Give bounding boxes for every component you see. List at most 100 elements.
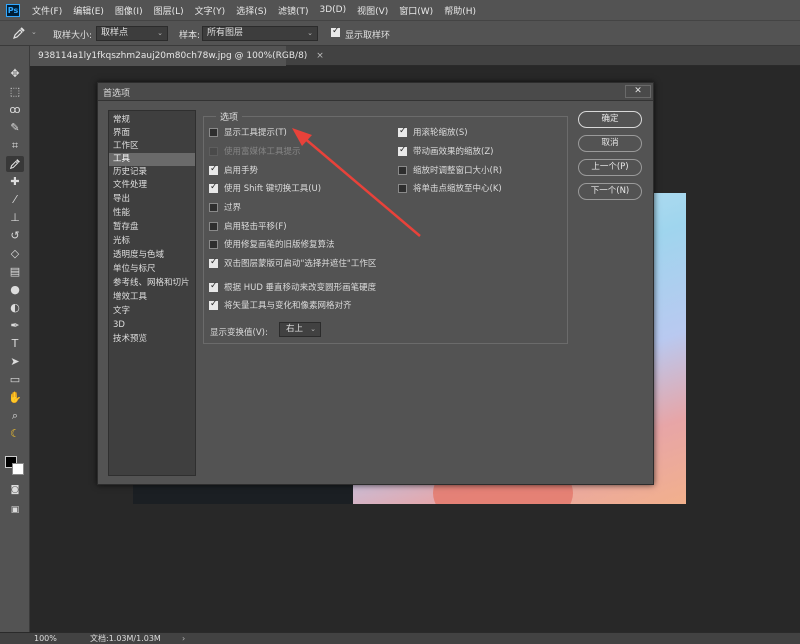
menu-help[interactable]: 帮助(H) — [444, 4, 476, 17]
category-tools[interactable]: 工具 — [109, 153, 195, 166]
document-tab[interactable]: 938114a1ly1fkqszhm2auj20m80ch78w.jpg @ 1… — [30, 46, 324, 66]
category-plugins[interactable]: 增效工具 — [109, 291, 195, 304]
menu-type[interactable]: 文字(Y) — [195, 4, 226, 17]
overscroll-checkbox[interactable] — [209, 202, 218, 212]
category-units-rulers[interactable]: 单位与标尺 — [109, 263, 195, 276]
clone-stamp-tool-icon[interactable]: ⊥ — [6, 210, 24, 226]
quick-select-tool-icon[interactable]: ✎ — [6, 120, 24, 136]
zoom-click-center-checkbox[interactable] — [398, 183, 407, 193]
history-brush-tool-icon[interactable]: ↺ — [6, 228, 24, 244]
move-tool-icon[interactable]: ✥ — [6, 66, 24, 82]
healing-brush-tool-icon[interactable]: ✚ — [6, 174, 24, 190]
snap-vector-checkbox[interactable] — [209, 299, 218, 310]
hud-transform-select[interactable]: 右上 ⌄ — [279, 322, 321, 337]
rectangle-tool-icon[interactable]: ▭ — [6, 372, 24, 388]
chevron-down-icon: ⌄ — [307, 29, 313, 37]
next-button[interactable]: 下一个(N) — [578, 183, 642, 200]
legacy-healing-checkbox[interactable] — [209, 239, 218, 249]
tool-preset-chevron-icon[interactable]: ⌄ — [31, 28, 37, 36]
path-select-tool-icon[interactable]: ➤ — [6, 354, 24, 370]
menu-edit[interactable]: 编辑(E) — [73, 4, 104, 17]
menu-view[interactable]: 视图(V) — [357, 4, 388, 17]
hud-transform-value: 右上 — [286, 324, 304, 334]
flick-panning-checkbox[interactable] — [209, 221, 218, 231]
category-transparency[interactable]: 透明度与色域 — [109, 249, 195, 262]
option-legacy-healing[interactable]: 使用修复画笔的旧版修复算法 — [209, 238, 335, 250]
rich-tooltips-label: 使用富媒体工具提示 — [224, 147, 301, 157]
shift-switch-label: 使用 Shift 键切换工具(U) — [224, 184, 322, 194]
background-color-swatch[interactable] — [12, 463, 24, 475]
category-guides-grid[interactable]: 参考线、网格和切片 — [109, 277, 195, 290]
brush-tool-icon[interactable]: ⁄ — [6, 192, 24, 208]
eraser-tool-icon[interactable]: ◇ — [6, 246, 24, 262]
dodge-tool-icon[interactable]: ◐ — [6, 300, 24, 316]
zoom-tool-icon[interactable]: ⌕ — [6, 408, 24, 424]
option-animated-zoom[interactable]: 带动画效果的缩放(Z) — [398, 145, 493, 157]
category-interface[interactable]: 界面 — [109, 127, 195, 140]
option-flick-panning[interactable]: 启用轻击平移(F) — [209, 220, 287, 232]
menu-file[interactable]: 文件(F) — [32, 4, 62, 17]
hud-hardness-checkbox[interactable] — [209, 281, 218, 292]
category-type[interactable]: 文字 — [109, 305, 195, 318]
crop-tool-icon[interactable]: ⌗ — [6, 138, 24, 154]
status-menu-arrow-icon[interactable]: › — [182, 633, 185, 644]
hand-tool-icon[interactable]: ✋ — [6, 390, 24, 406]
category-cursors[interactable]: 光标 — [109, 235, 195, 248]
category-general[interactable]: 常规 — [109, 114, 195, 127]
option-scroll-zoom[interactable]: 用滚轮缩放(S) — [398, 126, 468, 138]
type-tool-icon[interactable]: T — [6, 336, 24, 352]
category-3d[interactable]: 3D — [109, 319, 195, 332]
zoom-resize-label: 缩放时调整窗口大小(R) — [413, 166, 503, 176]
category-workspace[interactable]: 工作区 — [109, 140, 195, 153]
menu-image[interactable]: 图像(I) — [115, 4, 143, 17]
gradient-tool-icon[interactable]: ▤ — [6, 264, 24, 280]
sample-size-select[interactable]: 取样点 ⌄ — [96, 26, 168, 41]
menu-layer[interactable]: 图层(L) — [154, 4, 184, 17]
pen-tool-icon[interactable]: ✒ — [6, 318, 24, 334]
category-history[interactable]: 历史记录 — [109, 166, 195, 179]
dialog-titlebar[interactable]: 首选项 ✕ — [98, 83, 653, 101]
option-zoom-click-center[interactable]: 将单击点缩放至中心(K) — [398, 182, 502, 194]
option-double-click-mask[interactable]: 双击图层蒙版可启动"选择并遮住"工作区 — [209, 257, 376, 269]
screen-mode-icon[interactable]: ▣ — [6, 502, 24, 518]
show-ring-checkbox[interactable] — [331, 26, 340, 37]
marquee-tool-icon[interactable]: ⬚ — [6, 84, 24, 100]
menu-window[interactable]: 窗口(W) — [399, 4, 433, 17]
shift-switch-checkbox[interactable] — [209, 182, 218, 193]
show-tooltips-checkbox[interactable] — [209, 127, 218, 137]
category-file-handling[interactable]: 文件处理 — [109, 179, 195, 192]
sample-label: 样本: — [179, 31, 201, 41]
blur-tool-icon[interactable]: ● — [6, 282, 24, 298]
sample-select[interactable]: 所有图层 ⌄ — [202, 26, 318, 41]
ok-button[interactable]: 确定 — [578, 111, 642, 128]
eyedropper-tool-icon[interactable] — [6, 156, 24, 172]
option-snap-vector[interactable]: 将矢量工具与变化和像素网格对齐 — [209, 299, 352, 311]
double-click-mask-checkbox[interactable] — [209, 257, 218, 268]
menu-filter[interactable]: 滤镜(T) — [278, 4, 309, 17]
option-zoom-resize[interactable]: 缩放时调整窗口大小(R) — [398, 164, 502, 176]
category-export[interactable]: 导出 — [109, 193, 195, 206]
category-technology-previews[interactable]: 技术预览 — [109, 333, 195, 346]
previous-button[interactable]: 上一个(P) — [578, 159, 642, 176]
option-enable-gestures[interactable]: 启用手势 — [209, 164, 258, 176]
close-tab-icon[interactable]: × — [316, 51, 324, 61]
eyedropper-icon[interactable] — [12, 26, 28, 40]
lasso-tool-icon[interactable]: ꝏ — [6, 102, 24, 118]
zoom-resize-checkbox[interactable] — [398, 165, 407, 175]
option-hud-hardness[interactable]: 根据 HUD 垂直移动来改变圆形画笔硬度 — [209, 281, 376, 293]
option-shift-switch[interactable]: 使用 Shift 键切换工具(U) — [209, 182, 321, 194]
scroll-zoom-label: 用滚轮缩放(S) — [413, 128, 468, 138]
quick-mask-icon[interactable]: ◙ — [6, 482, 24, 498]
scroll-zoom-checkbox[interactable] — [398, 126, 407, 137]
category-scratch-disks[interactable]: 暂存盘 — [109, 221, 195, 234]
animated-zoom-checkbox[interactable] — [398, 145, 407, 156]
enable-gestures-checkbox[interactable] — [209, 164, 218, 175]
cancel-button[interactable]: 取消 — [578, 135, 642, 152]
option-show-tooltips[interactable]: 显示工具提示(T) — [209, 126, 287, 138]
zoom-level-field[interactable]: 100% — [34, 633, 74, 644]
dialog-close-button[interactable]: ✕ — [625, 85, 651, 98]
menu-3d[interactable]: 3D(D) — [319, 5, 346, 15]
menu-select[interactable]: 选择(S) — [236, 4, 267, 17]
category-performance[interactable]: 性能 — [109, 207, 195, 220]
option-overscroll[interactable]: 过界 — [209, 201, 241, 213]
